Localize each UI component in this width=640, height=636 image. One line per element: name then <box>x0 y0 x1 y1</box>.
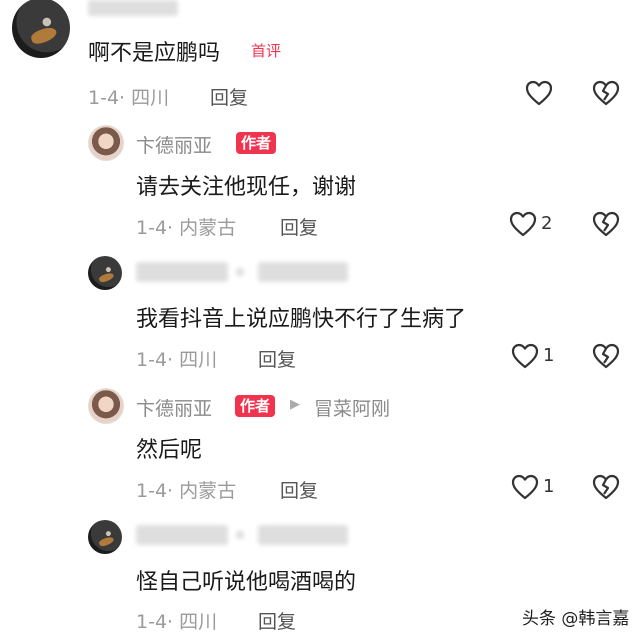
reply-button[interactable]: 回复 <box>280 213 318 240</box>
blurred-username <box>136 262 228 282</box>
broken-heart-icon[interactable] <box>592 474 620 500</box>
separator: · <box>167 349 174 371</box>
like-count: 1 <box>543 476 555 497</box>
comment-date: 1-4 <box>136 217 168 239</box>
comment-text: 请去关注他现任，谢谢 <box>136 175 357 200</box>
comment-date: 1-4 <box>136 611 168 633</box>
comment-meta: 1-4· 四川 <box>136 607 217 634</box>
comment-meta: 1-4· 内蒙古 <box>136 476 236 503</box>
comment-location: 内蒙古 <box>179 480 237 502</box>
heart-outline-icon[interactable] <box>511 343 539 369</box>
comment-location: 四川 <box>179 349 218 371</box>
author-name[interactable]: 卞德丽亚 <box>136 131 212 158</box>
author-badge: 作者 <box>235 395 276 417</box>
separator: · <box>119 87 126 109</box>
reply-button[interactable]: 回复 <box>210 83 248 110</box>
separator: · <box>167 217 174 239</box>
blurred-username <box>136 525 228 545</box>
watermark: 头条 @韩言嘉 <box>522 609 630 629</box>
avatar-commenter-1[interactable] <box>88 256 122 290</box>
comment-text: 然后呢 <box>136 438 203 463</box>
blurred-dot <box>236 531 244 539</box>
comment-meta: 1-4· 四川 <box>136 345 217 372</box>
comment-location: 内蒙古 <box>179 217 237 239</box>
comment-date: 1-4 <box>88 87 120 109</box>
avatar-author[interactable] <box>88 125 124 161</box>
comment-date: 1-4 <box>136 480 168 502</box>
blurred-username <box>88 0 178 16</box>
reply-button[interactable]: 回复 <box>280 476 318 503</box>
comment-meta: 1-4· 内蒙古 <box>136 213 236 240</box>
author-name[interactable]: 卞德丽亚 <box>136 394 212 421</box>
blurred-reply-to <box>258 262 348 282</box>
author-badge: 作者 <box>236 132 277 154</box>
blurred-reply-to <box>258 525 348 545</box>
comment-location: 四川 <box>179 611 218 633</box>
reply-to-username[interactable]: 冒菜阿刚 <box>314 394 390 421</box>
comment-text: 我看抖音上说应鹏快不行了生病了 <box>136 307 467 332</box>
broken-heart-icon[interactable] <box>592 80 620 106</box>
comment-meta: 1-4· 四川 <box>88 83 169 110</box>
like-count: 1 <box>543 345 555 366</box>
heart-outline-icon[interactable] <box>511 474 539 500</box>
heart-outline-icon[interactable] <box>525 80 553 106</box>
avatar-author[interactable] <box>88 388 124 424</box>
separator: · <box>167 611 174 633</box>
separator: · <box>167 480 174 502</box>
reply-to-arrow-icon: ▶ <box>290 397 300 412</box>
blurred-dot <box>236 268 244 276</box>
broken-heart-icon[interactable] <box>592 211 620 237</box>
avatar-commenter-1[interactable] <box>88 520 122 554</box>
comment-date: 1-4 <box>136 349 168 371</box>
first-comment-badge: 首评 <box>251 42 282 60</box>
like-count: 2 <box>541 213 553 234</box>
reply-button[interactable]: 回复 <box>258 607 296 634</box>
broken-heart-icon[interactable] <box>592 343 620 369</box>
heart-outline-icon[interactable] <box>509 211 537 237</box>
reply-button[interactable]: 回复 <box>258 345 296 372</box>
avatar-commenter-1[interactable] <box>12 0 70 58</box>
comment-text: 啊不是应鹏吗 <box>88 41 221 66</box>
comment-text: 怪自己听说他喝酒喝的 <box>136 570 357 595</box>
comment-location: 四川 <box>131 87 170 109</box>
